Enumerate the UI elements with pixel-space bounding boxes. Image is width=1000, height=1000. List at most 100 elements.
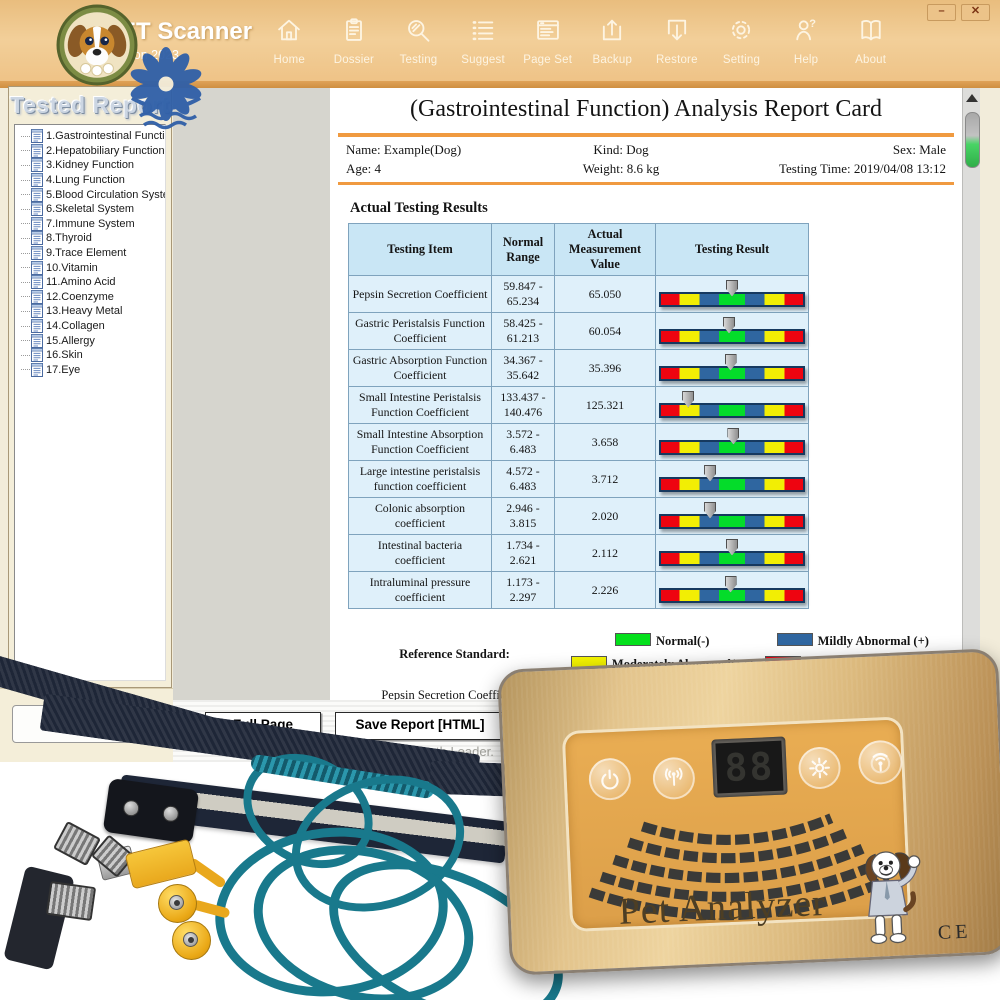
scrollbar-thumb[interactable] — [965, 112, 980, 168]
tree-item-label: 8.Thyroid — [46, 232, 92, 245]
result-bar — [659, 538, 805, 567]
normal-range-cell: 133.437 - 140.476 — [491, 386, 555, 424]
toolbar-button[interactable]: Home — [257, 16, 322, 66]
result-cell — [655, 534, 809, 572]
close-button[interactable]: ✕ — [961, 4, 990, 21]
measurement-cell: 65.050 — [554, 275, 656, 313]
measurement-cell: 2.226 — [554, 571, 656, 609]
result-cell — [655, 386, 809, 424]
tree-item[interactable]: 17.Eye — [17, 362, 165, 378]
result-cell — [655, 571, 809, 609]
tree-item[interactable]: 13.Heavy Metal — [17, 304, 165, 319]
device-led-display: 88 — [711, 736, 788, 798]
tree-branch-line — [21, 267, 30, 269]
toolbar-button[interactable]: Backup — [580, 16, 645, 66]
tree-item-label: 13.Heavy Metal — [46, 305, 123, 318]
report-doc-icon — [31, 304, 43, 319]
table-row: Intestinal bacteria coefficient 1.734 - … — [348, 534, 809, 572]
toolbar-button-label: Restore — [656, 54, 698, 66]
tree-branch-line — [21, 325, 30, 327]
table-row: Small Intestine Peristalsis Function Coe… — [348, 386, 809, 424]
legend-label: Normal(-) — [656, 634, 710, 648]
tree-item[interactable]: 14.Collagen — [17, 319, 165, 334]
tree-item-label: 16.Skin — [46, 349, 83, 362]
report-doc-icon — [31, 129, 43, 144]
tree-branch-line — [21, 179, 30, 181]
minimize-button[interactable]: – — [927, 4, 956, 21]
result-bar-scale — [659, 476, 805, 492]
table-row: Intraluminal pressure coefficient 1.173 … — [348, 571, 809, 609]
tree-item[interactable]: 16.Skin — [17, 348, 165, 363]
tree-item[interactable]: 11.Amino Acid — [17, 275, 165, 290]
result-bar — [659, 427, 805, 456]
normal-range-cell: 3.572 - 6.483 — [491, 423, 555, 461]
toolbar-button[interactable]: ? Help — [774, 16, 839, 66]
toolbar-button[interactable]: Dossier — [322, 16, 387, 66]
tree-item[interactable]: 9.Trace Element — [17, 246, 165, 261]
toolbar-icon — [857, 16, 885, 44]
tree-item[interactable]: 8.Thyroid — [17, 231, 165, 246]
tree-item-label: 2.Hepatobiliary Function — [46, 144, 165, 157]
main-toolbar: Home Dossier Testing Suggest Page Set Ba… — [257, 16, 903, 66]
toolbar-button-label: Home — [273, 54, 306, 66]
tree-branch-line — [21, 310, 30, 312]
result-bar — [659, 353, 805, 382]
save-report-html-button[interactable]: Save Report [HTML] — [335, 712, 505, 740]
measurement-cell: 125.321 — [554, 386, 656, 424]
report-doc-icon — [31, 260, 43, 275]
tree-branch-line — [21, 237, 30, 239]
report-page: (Gastrointestinal Function) Analysis Rep… — [330, 88, 962, 700]
display-digits: 88 — [715, 740, 784, 794]
result-bar-scale — [659, 402, 805, 418]
result-bar-scale — [659, 513, 805, 529]
toolbar-button-label: About — [855, 54, 887, 66]
tree-item[interactable]: 2.Hepatobiliary Function — [17, 143, 165, 159]
toolbar-icon — [340, 16, 368, 44]
col-header-testing-item: Testing Item — [348, 223, 492, 276]
tree-item[interactable]: 7.Immune System — [17, 216, 165, 232]
tree-item[interactable]: 5.Blood Circulation System — [17, 187, 165, 202]
measurement-cell: 2.112 — [554, 534, 656, 572]
report-doc-icon — [31, 319, 43, 334]
toolbar-button[interactable]: Suggest — [451, 16, 516, 66]
patient-weight: Weight: 8.6 kg — [582, 161, 660, 176]
toolbar-icon — [598, 16, 626, 44]
sidebar: Tested Report 1.Gastrointestinal Functio… — [8, 86, 172, 688]
tree-item[interactable]: 3.Kidney Function — [17, 158, 165, 173]
testing-item-cell: Small Intestine Absorption Function Coef… — [348, 423, 492, 461]
tree-item-label: 10.Vitamin — [46, 261, 98, 274]
testing-item-cell: Pepsin Secretion Coefficient — [348, 275, 492, 313]
toolbar-button[interactable]: Testing — [386, 16, 451, 66]
toolbar-button[interactable]: About — [838, 16, 903, 66]
vertical-scrollbar[interactable] — [962, 88, 980, 700]
snap-electrode-photo — [158, 884, 197, 923]
tree-item-label: 12.Coenzyme — [46, 290, 114, 303]
window-controls: – ✕ — [927, 4, 990, 21]
tree-item[interactable]: 6.Skeletal System — [17, 202, 165, 217]
scroll-up-icon[interactable] — [966, 94, 978, 102]
toolbar-button[interactable]: Restore — [645, 16, 710, 66]
tree-item-label: 7.Immune System — [46, 217, 135, 230]
toolbar-button-label: Backup — [592, 54, 633, 66]
toolbar-icon: ? — [792, 16, 820, 44]
result-bar — [659, 316, 805, 345]
tree-item[interactable]: 4.Lung Function — [17, 173, 165, 188]
report-doc-icon — [31, 348, 43, 363]
tree-branch-line — [21, 252, 30, 254]
tree-item-label: 6.Skeletal System — [46, 203, 135, 216]
tree-item[interactable]: 10.Vitamin — [17, 260, 165, 275]
normal-range-cell: 34.367 - 35.642 — [491, 349, 555, 387]
table-row: Gastric Peristalsis Function Coefficient… — [348, 312, 809, 350]
toolbar-button[interactable]: Setting — [709, 16, 774, 66]
tree-branch-line — [21, 369, 30, 371]
buckle-screw — [161, 804, 180, 823]
col-header-result: Testing Result — [655, 223, 809, 276]
patient-kind: Kind: Dog — [593, 142, 649, 157]
tree-item-label: 5.Blood Circulation System — [46, 188, 166, 201]
tree-item[interactable]: 15.Allergy — [17, 333, 165, 348]
tree-item[interactable]: 12.Coenzyme — [17, 289, 165, 305]
tree-branch-line — [21, 281, 30, 283]
table-row: Colonic absorption coefficient 2.946 - 3… — [348, 497, 809, 535]
legend-color-swatch — [776, 633, 813, 646]
toolbar-button[interactable]: Page Set — [515, 16, 580, 66]
